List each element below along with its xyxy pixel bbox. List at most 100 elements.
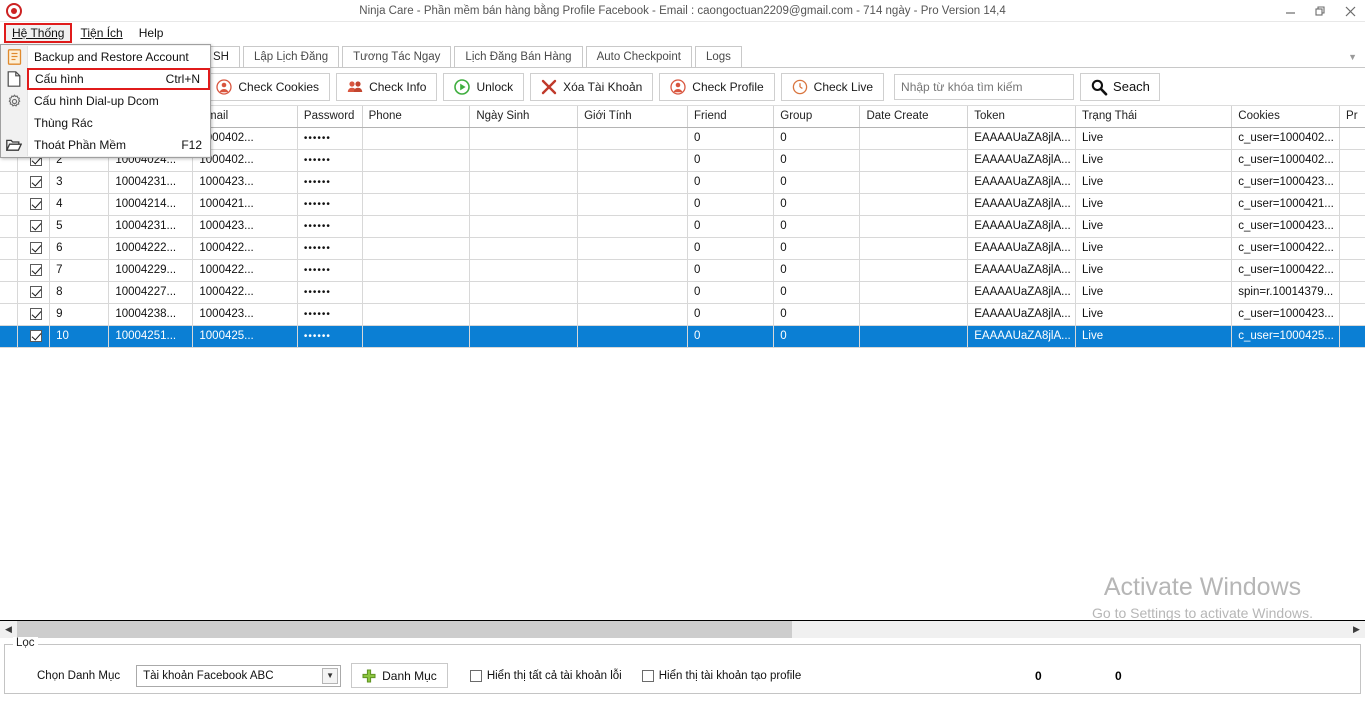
xoa-tai-khoan-button[interactable]: Xóa Tài Khoản <box>530 72 654 101</box>
chevron-right-icon[interactable]: ▶ <box>1348 620 1365 638</box>
col-gioi-tinh[interactable]: Giới Tính <box>577 106 689 128</box>
checkbox-box[interactable] <box>30 197 43 210</box>
no-icon <box>1 112 27 134</box>
check-info-label: Check Info <box>369 79 427 94</box>
tab-lap-lich-dang[interactable]: Lập Lịch Đăng <box>242 46 340 67</box>
col-friend[interactable]: Friend <box>687 106 775 128</box>
table-row[interactable]: 3 10004231... 1000423... •••••• 0 0 EAAAAUaZA8… <box>0 171 1365 194</box>
row-checkbox[interactable] <box>17 259 51 282</box>
cell-no: 9 <box>49 303 110 326</box>
cell-email: 1000422... <box>192 259 298 282</box>
check-cookies-label: Check Cookies <box>238 79 320 94</box>
menu-he-thong[interactable]: Hệ Thống <box>4 23 73 43</box>
category-select-value: Tài khoản Facebook ABC <box>143 669 274 682</box>
checkbox-box[interactable] <box>469 669 482 682</box>
table-row[interactable]: 9 10004238... 1000423... •••••• 0 0 EAAAAUaZA8… <box>0 303 1365 326</box>
table-row[interactable]: 7 10004229... 1000422... •••••• 0 0 EAAAAUaZA8… <box>0 259 1365 282</box>
add-danh-muc-button[interactable]: Danh Mục <box>351 663 448 688</box>
table-row[interactable]: 5 10004231... 1000423... •••••• 0 0 EAAAAUaZA8… <box>0 215 1365 238</box>
scrollbar-track[interactable] <box>17 620 1348 638</box>
col-group[interactable]: Group <box>773 106 861 128</box>
table-row[interactable]: 10 10004251... 1000425... •••••• 0 0 EAAAAUaZA… <box>0 325 1365 348</box>
scrollbar-thumb[interactable] <box>17 620 792 638</box>
menu-item-backup-and-restore-account[interactable]: Backup and Restore Account <box>1 46 210 68</box>
menu-item-cau-hinh-dial-up-dcom[interactable]: Cấu hình Dial-up Dcom <box>1 90 210 112</box>
cell-group: 0 <box>773 193 861 216</box>
chevron-left-icon[interactable]: ◀ <box>0 620 17 638</box>
checkbox-box[interactable] <box>30 241 43 254</box>
tab-logs[interactable]: Logs <box>694 46 742 67</box>
cell-email: 1000422... <box>192 281 298 304</box>
table-row[interactable]: 4 10004214... 1000421... •••••• 0 0 EAAAAUaZA8… <box>0 193 1365 216</box>
show-profile-creation-accounts-checkbox[interactable]: Hiển thị tài khoản tạo profile <box>641 669 801 682</box>
table-row[interactable]: 6 10004222... 1000422... •••••• 0 0 EAAAAUaZA8… <box>0 237 1365 260</box>
grid-horizontal-scrollbar[interactable]: ◀ ▶ <box>0 620 1365 638</box>
table-row[interactable]: 8 10004227... 1000422... •••••• 0 0 EAAAAUaZA8… <box>0 281 1365 304</box>
check-profile-button[interactable]: Check Profile <box>659 72 775 101</box>
checkbox-box[interactable] <box>30 175 43 188</box>
search-icon <box>1091 79 1108 96</box>
checkbox-box[interactable] <box>30 263 43 276</box>
menu-item-thoat-phan-mem[interactable]: Thoát Phần Mềm F12 <box>1 134 210 156</box>
checkbox-box[interactable] <box>30 307 43 320</box>
row-checkbox[interactable] <box>17 171 51 194</box>
col-token[interactable]: Token <box>967 106 1076 128</box>
col-password[interactable]: Password <box>297 106 363 128</box>
row-checkbox[interactable] <box>17 215 51 238</box>
cell-email: 1000423... <box>192 303 298 326</box>
tab-auto-checkpoint[interactable]: Auto Checkpoint <box>585 46 692 67</box>
row-checkbox[interactable] <box>17 281 51 304</box>
checkbox-box[interactable] <box>30 285 43 298</box>
menu-item-cau-hinh[interactable]: Cấu hình Ctrl+N <box>1 68 210 90</box>
cell-password: •••••• <box>297 259 363 282</box>
check-info-button[interactable]: Check Info <box>336 72 438 101</box>
counter-2: 0 <box>1115 668 1122 683</box>
restore-icon[interactable] <box>1305 0 1335 22</box>
show-all-error-accounts-checkbox[interactable]: Hiển thị tất cả tài khoản lỗi <box>469 669 622 682</box>
tab-lich-dang-ban-hang[interactable]: Lịch Đăng Bán Hàng <box>454 46 583 67</box>
user-red-icon <box>216 78 233 95</box>
folder-open-icon <box>1 134 27 156</box>
col-date-create[interactable]: Date Create <box>859 106 969 128</box>
menu-item-thung-rac[interactable]: Thùng Rác <box>1 112 210 134</box>
cell-pr <box>1339 193 1365 216</box>
cell-group: 0 <box>773 237 861 260</box>
checkbox-box[interactable] <box>641 669 654 682</box>
cell-group: 0 <box>773 127 861 150</box>
row-checkbox[interactable] <box>17 237 51 260</box>
minimize-icon[interactable] <box>1275 0 1305 22</box>
cell-cookies: c_user=1000422... <box>1231 237 1341 260</box>
cell-pr <box>1339 149 1365 172</box>
cell-dob <box>469 127 579 150</box>
col-phone[interactable]: Phone <box>362 106 471 128</box>
unlock-button[interactable]: Unlock <box>443 72 525 101</box>
tab-tuong-tac-ngay[interactable]: Tương Tác Ngay <box>342 46 452 67</box>
title-bar: Ninja Care - Phần mềm bán hàng bằng Prof… <box>0 0 1365 22</box>
chevron-down-icon[interactable]: ▼ <box>322 667 339 684</box>
search-button[interactable]: Seach <box>1080 72 1160 101</box>
col-ngay-sinh[interactable]: Ngày Sinh <box>469 106 579 128</box>
row-checkbox[interactable] <box>17 193 51 216</box>
menu-tien-ich[interactable]: Tiện Ích <box>72 23 130 43</box>
checkbox-box[interactable] <box>30 329 43 342</box>
close-icon[interactable] <box>1335 0 1365 22</box>
col-cookies[interactable]: Cookies <box>1231 106 1341 128</box>
check-cookies-button[interactable]: Check Cookies <box>205 72 331 101</box>
chevron-down-icon[interactable]: ▼ <box>1348 47 1357 67</box>
cell-status: Live <box>1075 259 1233 282</box>
cell-phone <box>362 127 471 150</box>
filter-panel: Lọc Chọn Danh Mục Tài khoản Facebook ABC… <box>4 637 1361 694</box>
col-trang-thai[interactable]: Trạng Thái <box>1075 106 1233 128</box>
check-live-button[interactable]: Check Live <box>780 72 885 101</box>
search-input[interactable] <box>894 73 1075 100</box>
col-pr[interactable]: Pr <box>1339 106 1365 128</box>
accounts-grid-container[interactable]: Email Password Phone Ngày Sinh Giới Tính… <box>0 106 1365 621</box>
cell-token: EAAAAUaZA8jlA... <box>967 193 1076 216</box>
row-checkbox[interactable] <box>17 303 51 326</box>
category-select[interactable]: Tài khoản Facebook ABC ▼ <box>136 664 342 687</box>
menu-item-dial-up-label: Cấu hình Dial-up Dcom <box>34 94 159 108</box>
cell-email: 1000423... <box>192 171 298 194</box>
row-checkbox[interactable] <box>17 325 51 348</box>
checkbox-box[interactable] <box>30 219 43 232</box>
menu-help[interactable]: Help <box>131 23 172 43</box>
